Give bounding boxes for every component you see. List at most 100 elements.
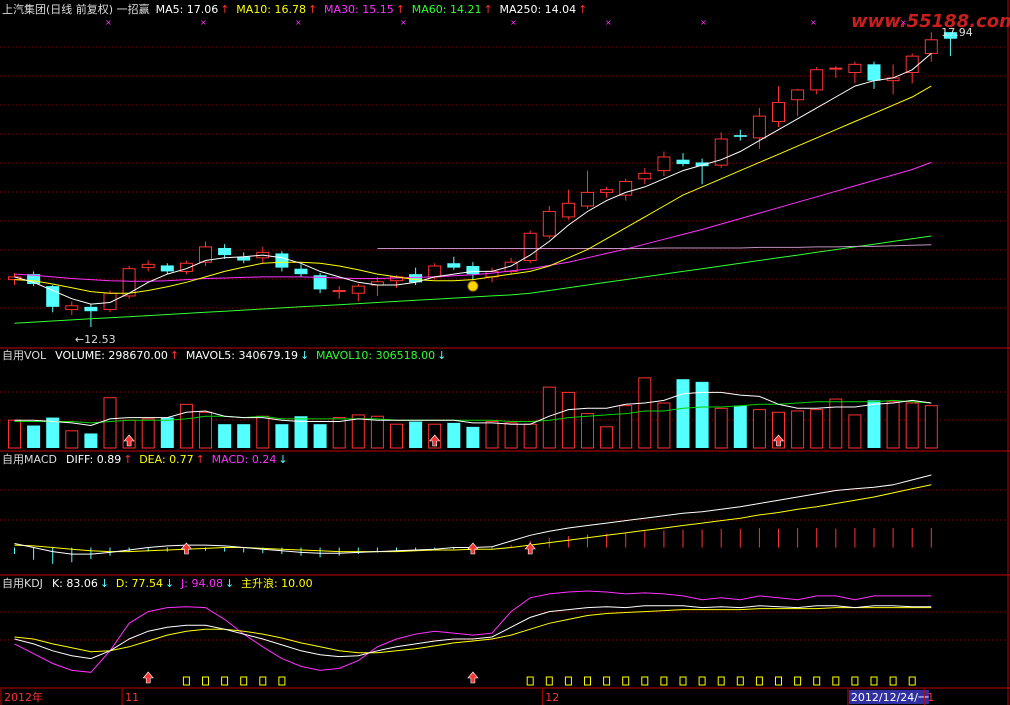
volume-bar-up	[638, 377, 652, 449]
volume-bar-up	[65, 430, 79, 449]
candle-body-up	[752, 115, 766, 139]
candle-body-down	[733, 135, 747, 137]
volume-bar-down	[84, 433, 98, 448]
arrow-up-icon: ↑	[308, 3, 317, 16]
candle-body-down	[294, 268, 308, 275]
top-marker: ×	[400, 18, 407, 27]
legend-item: J: 94.08	[180, 577, 223, 590]
volume-bar-up	[523, 423, 537, 449]
legend-item: DEA: 0.77	[139, 453, 193, 466]
volume-bar-up	[581, 413, 594, 449]
candle-body-up	[829, 67, 843, 70]
legend-item: 自用MACD	[2, 453, 57, 466]
arrow-down-icon: ↓	[225, 577, 234, 590]
legend-item: MA60: 14.21	[412, 3, 482, 16]
time-axis-label: 1	[927, 691, 934, 704]
volume-bar-down	[27, 425, 41, 448]
candle-body-up	[810, 69, 824, 91]
top-marker: ×	[510, 18, 517, 27]
volume-bar-up	[103, 397, 117, 449]
legend-item: MACD: 0.24	[212, 453, 277, 466]
volume-bar-down	[867, 400, 881, 448]
arrow-down-icon: ↓	[100, 577, 109, 590]
volume-bar-up	[657, 402, 671, 449]
legend-item: 自用KDJ	[2, 577, 43, 590]
legend-item: VOLUME: 298670.00	[55, 349, 168, 362]
candle-body-up	[141, 263, 155, 269]
time-axis-label: 2012/12/24/一	[851, 691, 929, 704]
candle-body-up	[332, 290, 346, 293]
candle-body-down	[84, 306, 98, 312]
legend-item: K: 83.06	[52, 577, 98, 590]
candle-body-up	[65, 305, 79, 311]
candle-body-up	[619, 181, 633, 196]
candle-body-up	[772, 101, 785, 123]
volume-bar-down	[275, 424, 289, 448]
arrow-up-icon: ↑	[483, 3, 492, 16]
volume-bar-down	[313, 424, 327, 448]
top-marker: ×	[200, 18, 207, 27]
candle-body-up	[638, 172, 652, 180]
volume-bar-down	[237, 424, 251, 448]
legend-item: MA5: 17.06	[156, 3, 219, 16]
volume-bar-up	[924, 405, 938, 449]
volume-bar-down	[447, 422, 461, 448]
arrow-up-icon: ↑	[396, 3, 405, 16]
volume-bar-up	[752, 409, 766, 449]
volume-bar-up	[714, 407, 728, 449]
volume-bar-down	[733, 405, 747, 448]
candle-body-down	[867, 64, 881, 81]
legend-item: MA10: 16.78	[236, 3, 306, 16]
volume-bar-down	[466, 426, 480, 448]
volume-bar-up	[848, 414, 862, 449]
arrow-up-icon: ↑	[123, 453, 132, 466]
top-marker: ×	[105, 18, 112, 27]
candle-body-down	[160, 265, 174, 272]
arrow-down-icon: ↓	[165, 577, 174, 590]
arrow-down-icon: ↓	[300, 349, 309, 362]
volume-bar-up	[905, 402, 919, 449]
candle-body-up	[657, 156, 671, 172]
volume-bar-down	[409, 421, 423, 448]
top-marker: ×	[810, 18, 817, 27]
legend-item: DIFF: 0.89	[66, 453, 121, 466]
time-axis-label: 2012年	[4, 690, 43, 704]
candle-body-down	[447, 263, 461, 268]
volume-bar-up	[179, 403, 193, 449]
legend-item: MAVOL5: 340679.19	[186, 349, 298, 362]
arrow-up-icon: ↑	[196, 453, 205, 466]
arrow-down-icon: ↓	[278, 453, 287, 466]
volume-bar-up	[332, 417, 346, 449]
volume-bar-down	[695, 381, 709, 448]
legend-item: MAVOL10: 306518.00	[316, 349, 435, 362]
candle-body-up	[848, 63, 862, 73]
candle-body-up	[428, 265, 442, 278]
candle-body-up	[791, 89, 805, 101]
volume-bar-up	[600, 426, 614, 449]
arrow-up-icon: ↑	[578, 3, 587, 16]
volume-bar-up	[810, 409, 824, 449]
top-marker: ×	[700, 18, 707, 27]
volume-bar-up	[8, 419, 21, 449]
volume-bar-up	[561, 391, 575, 449]
candle-body-up	[523, 232, 537, 262]
legend-item: MA30: 15.15	[324, 3, 394, 16]
volume-bar-up	[485, 421, 499, 449]
low-price-label: ←12.53	[75, 333, 116, 346]
arrow-down-icon: ↓	[437, 349, 446, 362]
candle-body-up	[351, 285, 365, 294]
volume-bar-up	[199, 411, 212, 449]
volume-bar-up	[791, 410, 805, 449]
candle-body-down	[46, 286, 60, 307]
candle-body-up	[122, 268, 136, 297]
candle-body-up	[600, 189, 614, 193]
candle-body-up	[581, 191, 594, 207]
time-axis-label: 12	[545, 691, 559, 704]
stock-chart[interactable]: × × × × × × × × × 17.94←12.53 上汽集团(日线 前复权) 一招赢 MA…	[0, 0, 1010, 705]
candle-body-down	[218, 247, 232, 256]
legend-item: 主升浪: 10.00	[241, 576, 313, 590]
volume-bar-up	[619, 405, 633, 449]
volume-bar-down	[218, 424, 232, 448]
top-marker: ×	[605, 18, 612, 27]
candle-body-up	[542, 210, 556, 237]
